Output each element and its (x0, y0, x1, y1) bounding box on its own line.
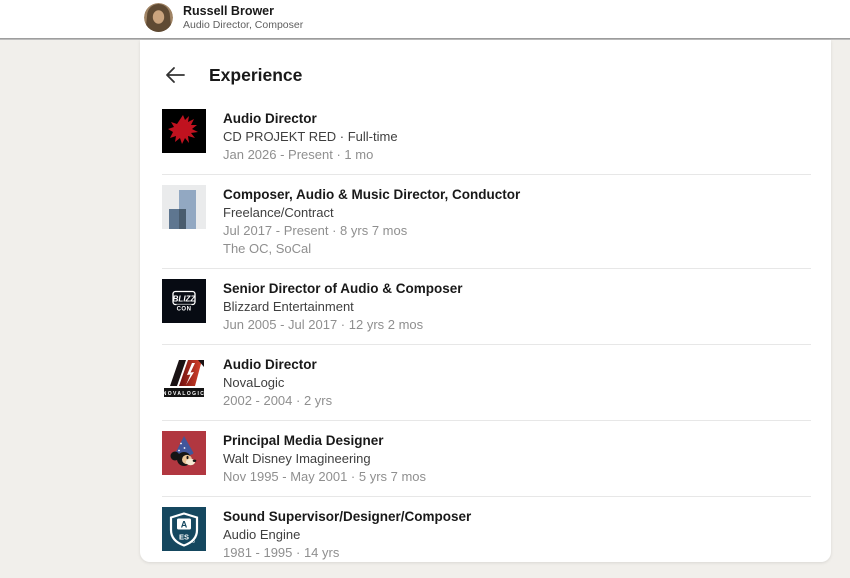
cd-projekt-red-logo[interactable] (162, 109, 206, 153)
novalogic-logo[interactable]: NOVALOGIC (162, 355, 206, 399)
job-company: Audio Engine (223, 526, 471, 544)
blizzcon-text-top: BLIZZ (173, 295, 197, 304)
job-title: Audio Director (223, 356, 332, 374)
page-title: Experience (209, 65, 302, 86)
blizzcon-logo[interactable]: BLIZZ CON (162, 279, 206, 323)
job-dates: 2002 - 2004 · 2 yrs (223, 392, 332, 410)
cd-projekt-red-bird-icon (162, 109, 206, 153)
job-title: Senior Director of Audio & Composer (223, 280, 463, 298)
page-background: Experience Audio Director CD PROJEKT RED… (0, 40, 850, 578)
novalogic-icon: NOVALOGIC (162, 355, 206, 399)
job-title: Audio Director (223, 110, 398, 128)
profile-headline: Audio Director, Composer (183, 19, 303, 32)
job-title: Principal Media Designer (223, 432, 426, 450)
experience-entry[interactable]: NOVALOGIC Audio Director NovaLogic 2002 … (162, 345, 811, 421)
job-company: CD PROJEKT RED · Full-time (223, 128, 398, 146)
job-dates: Nov 1995 - May 2001 · 5 yrs 7 mos (223, 468, 426, 486)
experience-entry[interactable]: BLIZZ CON Senior Director of Audio & Com… (162, 269, 811, 345)
experience-entry[interactable]: A ES Sound Supervisor/Designer/Composer … (162, 497, 811, 572)
experience-entry[interactable]: Audio Director CD PROJEKT RED · Full-tim… (162, 99, 811, 175)
profile-name: Russell Brower (183, 4, 303, 19)
job-company: Freelance/Contract (223, 204, 520, 222)
blizzcon-text-bottom: CON (177, 307, 192, 313)
job-company: NovaLogic (223, 374, 332, 392)
experience-entry[interactable]: Principal Media Designer Walt Disney Ima… (162, 421, 811, 497)
job-title: Sound Supervisor/Designer/Composer (223, 508, 471, 526)
job-company: Blizzard Entertainment (223, 298, 463, 316)
sorcerer-mickey-icon (162, 431, 206, 475)
job-title: Composer, Audio & Music Director, Conduc… (223, 186, 520, 204)
novalogic-text: NOVALOGIC (163, 391, 206, 397)
back-button[interactable] (162, 64, 188, 86)
blizzcon-icon: BLIZZ CON (162, 279, 206, 323)
aes-shield-icon: A ES (162, 507, 206, 551)
job-dates: Jul 2017 - Present · 8 yrs 7 mos (223, 222, 520, 240)
freelance-blocks-logo[interactable] (162, 185, 206, 229)
job-dates: Jun 2005 - Jul 2017 · 12 yrs 2 mos (223, 316, 463, 334)
blocks-icon (162, 185, 206, 229)
experience-entry[interactable]: Composer, Audio & Music Director, Conduc… (162, 175, 811, 269)
aes-shield-logo[interactable]: A ES (162, 507, 206, 551)
job-location: The OC, SoCal (223, 240, 520, 258)
job-company: Walt Disney Imagineering (223, 450, 426, 468)
job-dates: 1981 - 1995 · 14 yrs (223, 544, 471, 562)
avatar-photo (144, 3, 173, 32)
aes-text-a: A (181, 520, 188, 530)
profile-avatar[interactable] (144, 3, 173, 32)
job-dates: Jan 2026 - Present · 1 mo (223, 146, 398, 164)
card-header: Experience (162, 60, 811, 90)
aes-text-es: ES (179, 533, 189, 542)
experience-card: Experience Audio Director CD PROJEKT RED… (140, 40, 831, 562)
left-arrow-icon (163, 65, 187, 85)
profile-header: Russell Brower Audio Director, Composer (0, 0, 850, 38)
disney-imagineering-logo[interactable] (162, 431, 206, 475)
